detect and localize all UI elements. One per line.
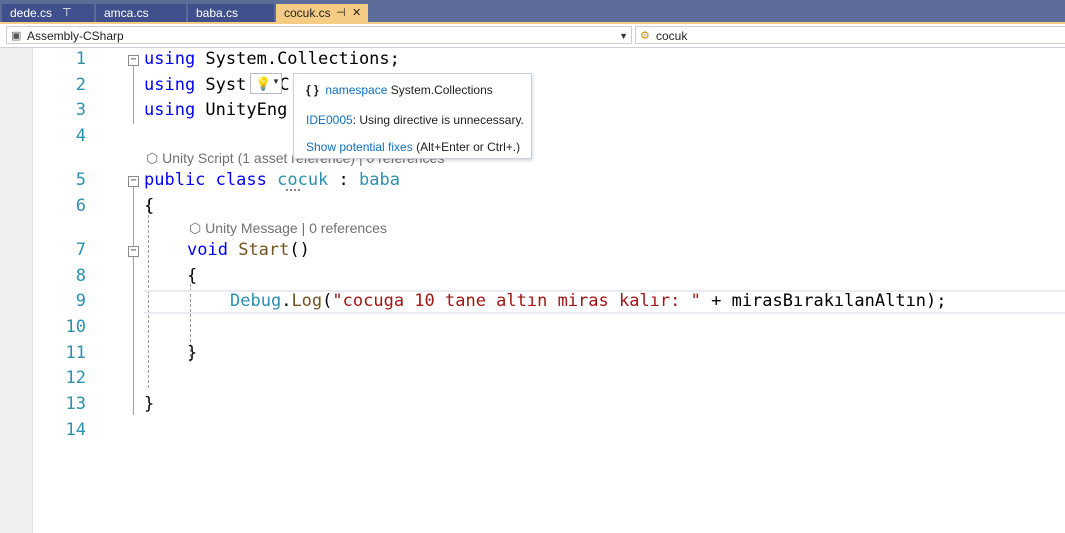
line-number: 11 xyxy=(65,343,86,363)
quick-actions-lightbulb[interactable]: 💡 ▼ xyxy=(250,73,282,94)
line-number: 9 xyxy=(75,291,86,311)
code-line-8: { xyxy=(187,266,198,286)
code-editor[interactable]: 1 2 3 4 5 6 7 8 9 10 11 12 13 14 − − − u… xyxy=(0,48,1065,533)
pin-icon[interactable]: ⊣ xyxy=(336,4,346,23)
diagnostic-code-link[interactable]: IDE0005 xyxy=(306,113,353,127)
suggestion-dots xyxy=(286,189,300,191)
code-line-3: using UnityEng xyxy=(144,100,288,120)
namespace-info: { } namespace System.Collections xyxy=(306,83,493,97)
code-line-7: void Start() xyxy=(187,240,310,260)
code-line-11: } xyxy=(187,343,198,363)
line-number: 5 xyxy=(75,170,86,190)
line-number: 1 xyxy=(75,49,86,69)
code-line-13: } xyxy=(144,394,155,414)
code-line-9: Debug.Log("cocuga 10 tane altın miras ka… xyxy=(230,291,947,311)
project-dropdown[interactable]: ▣ Assembly-CSharp ▼ xyxy=(6,26,632,44)
codelens-unity-message[interactable]: ⬡ Unity Message | 0 references xyxy=(189,220,387,237)
line-number: 13 xyxy=(65,394,86,414)
diagnostic-message: IDE0005: Using directive is unnecessary. xyxy=(306,113,524,127)
pin-icon[interactable]: ⊤ xyxy=(62,4,72,23)
chevron-down-icon: ▼ xyxy=(272,77,280,86)
collapse-toggle[interactable]: − xyxy=(128,246,139,257)
close-icon[interactable]: ✕ xyxy=(352,4,361,23)
class-icon: ⚙ xyxy=(640,30,650,42)
tab-amca[interactable]: amca.cs xyxy=(96,4,186,23)
line-number: 14 xyxy=(65,420,86,440)
namespace-icon: { } xyxy=(306,83,319,97)
code-line-1: using System.Collections; xyxy=(144,49,400,69)
line-number: 2 xyxy=(75,75,86,95)
outline-line xyxy=(133,187,134,415)
collapse-toggle[interactable]: − xyxy=(128,55,139,66)
line-number: 6 xyxy=(75,196,86,216)
lightbulb-icon: 💡 xyxy=(255,76,272,91)
show-fixes-link[interactable]: Show potential fixes xyxy=(306,140,413,154)
member-name: cocuk xyxy=(656,29,688,43)
unity-cube-icon: ⬡ xyxy=(189,220,206,236)
collapse-toggle[interactable]: − xyxy=(128,176,139,187)
member-dropdown[interactable]: ⚙ cocuk xyxy=(635,26,1065,44)
tab-label: cocuk.cs xyxy=(284,6,331,20)
tab-baba[interactable]: baba.cs xyxy=(188,4,274,23)
csharp-project-icon: ▣ xyxy=(11,30,22,42)
quickinfo-tooltip: { } namespace System.Collections IDE0005… xyxy=(293,73,532,159)
tab-dede[interactable]: dede.cs ⊤ xyxy=(2,4,94,23)
unity-cube-icon: ⬡ xyxy=(146,150,163,166)
indicator-margin xyxy=(0,48,33,533)
navigation-bar: ▣ Assembly-CSharp ▼ ⚙ cocuk xyxy=(0,24,1065,48)
line-number: 8 xyxy=(75,266,86,286)
line-number: 3 xyxy=(75,100,86,120)
tab-cocuk[interactable]: cocuk.cs ⊣ ✕ xyxy=(276,4,368,23)
line-number: 4 xyxy=(75,126,86,146)
code-line-5: public class cocuk : baba xyxy=(144,170,400,190)
potential-fixes: Show potential fixes (Alt+Enter or Ctrl+… xyxy=(306,140,521,154)
project-name: Assembly-CSharp xyxy=(27,29,124,43)
line-number: 10 xyxy=(65,317,86,337)
outline-line xyxy=(133,66,134,124)
chevron-down-icon: ▼ xyxy=(619,31,628,41)
document-tab-strip: dede.cs ⊤ amca.cs baba.cs cocuk.cs ⊣ ✕ xyxy=(0,0,1065,24)
tab-label: amca.cs xyxy=(104,6,149,20)
code-line-6: { xyxy=(144,196,155,216)
tab-label: baba.cs xyxy=(196,6,239,20)
tab-label: dede.cs xyxy=(10,6,53,20)
line-number: 7 xyxy=(75,240,86,260)
line-number: 12 xyxy=(65,368,86,388)
